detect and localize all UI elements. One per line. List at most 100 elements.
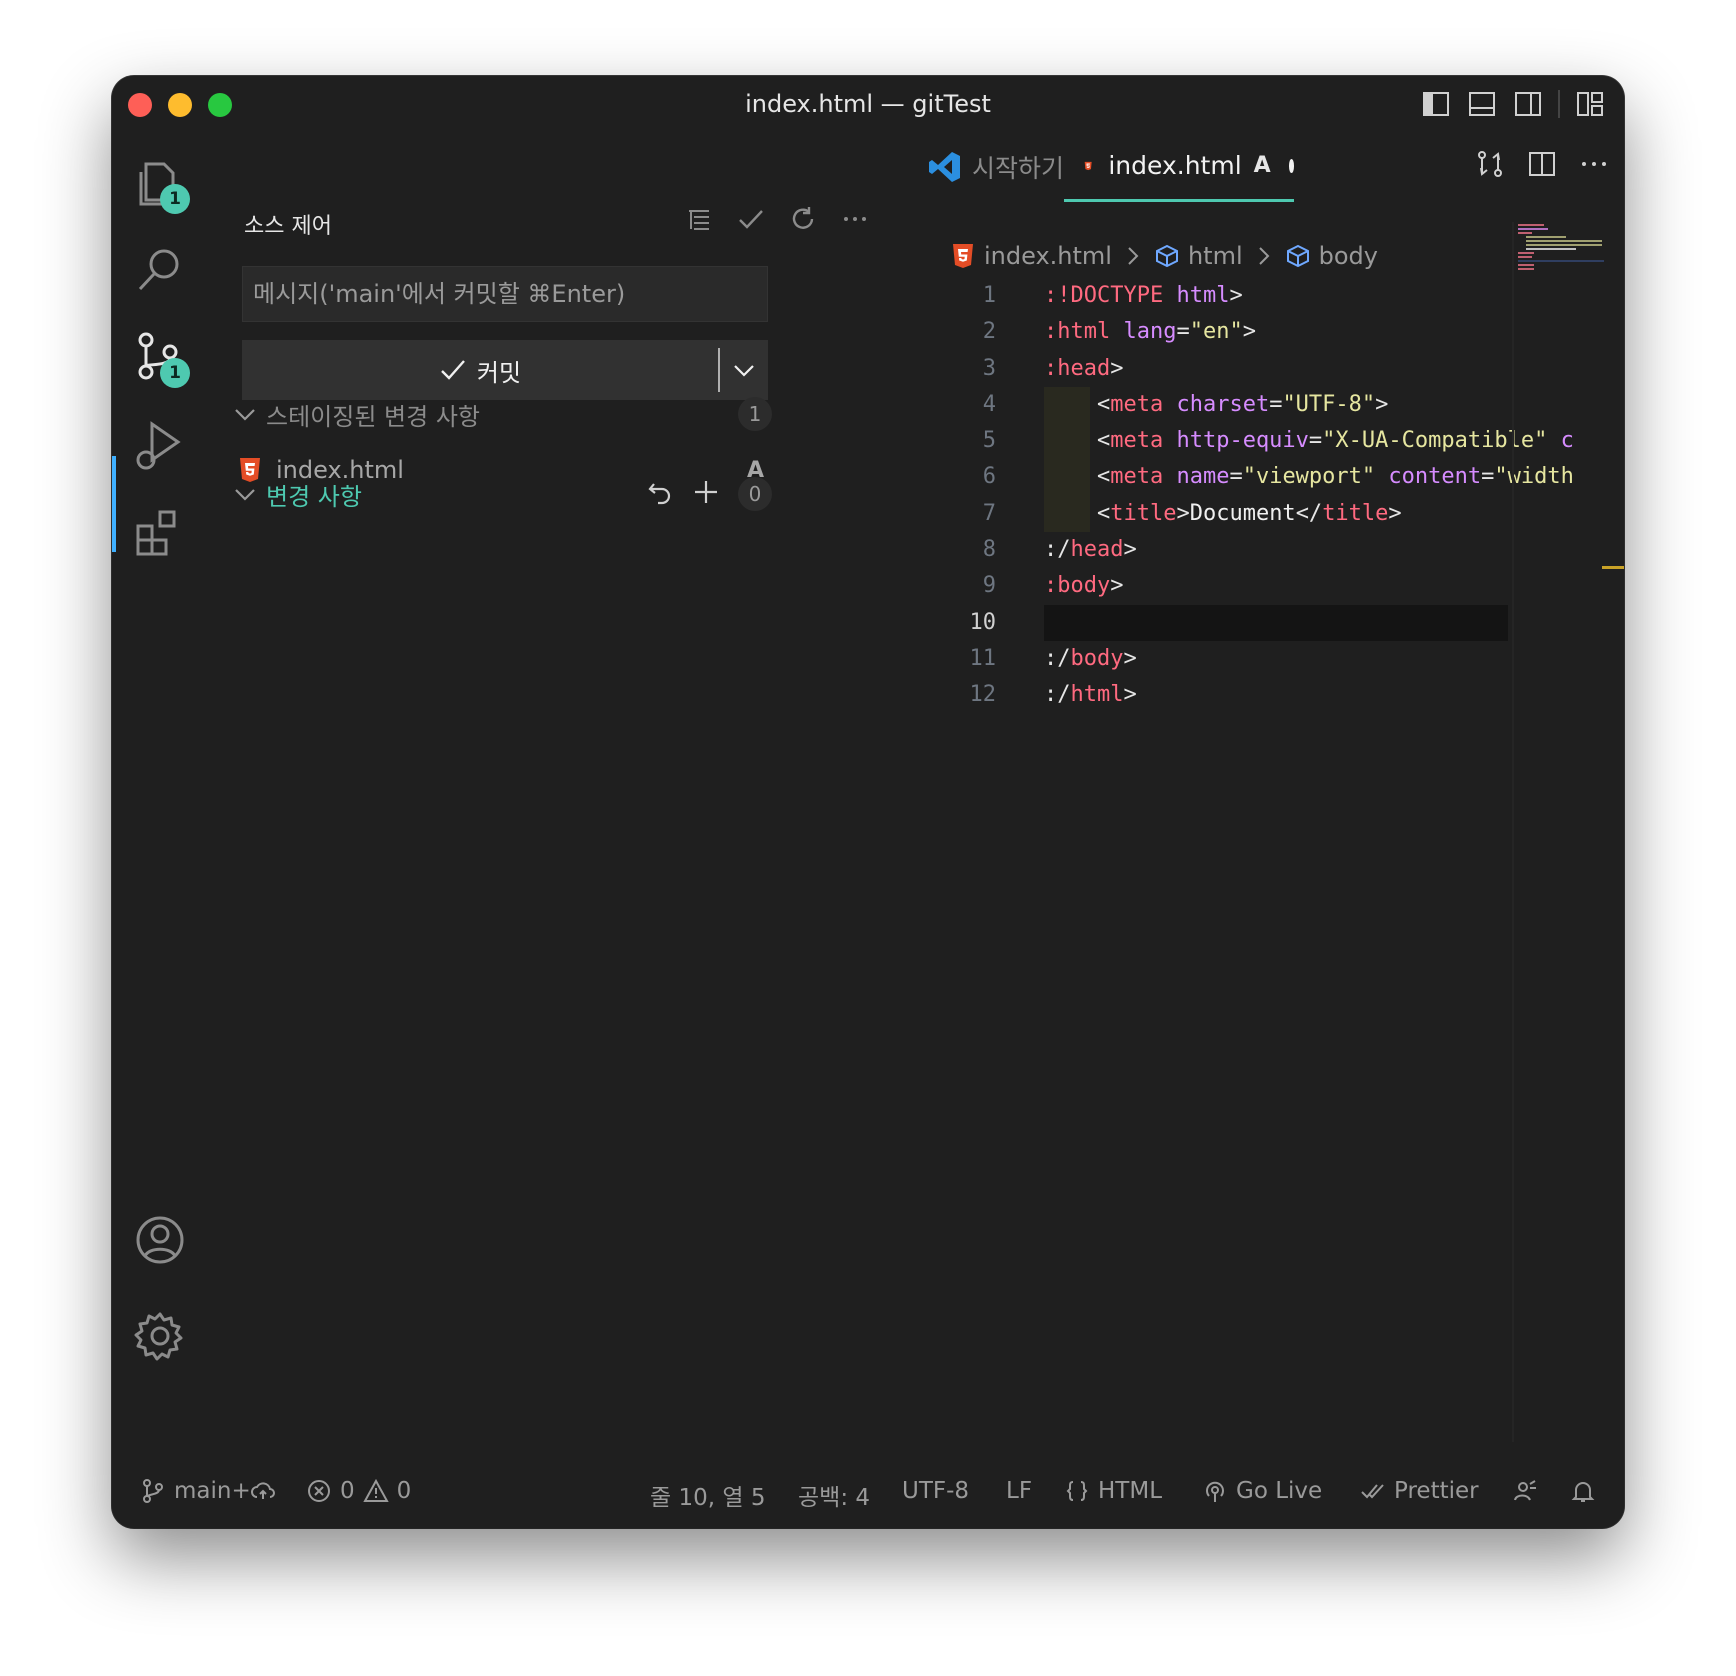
line-content: :/body> <box>1044 645 1137 671</box>
go-live-button[interactable]: Go Live <box>1202 1478 1322 1504</box>
extensions-button[interactable] <box>132 504 188 560</box>
problems-indicator[interactable]: 0 0 <box>306 1478 411 1504</box>
code-line: 3:head> <box>898 351 1508 387</box>
changes-label: 변경 사항 <box>266 482 362 511</box>
line-number: 1 <box>982 283 996 308</box>
line-number: 8 <box>982 537 996 563</box>
explorer-badge: 1 <box>160 184 190 214</box>
layout-separator <box>1558 90 1560 118</box>
run-debug-icon <box>136 421 181 470</box>
changes-count: 0 <box>738 477 772 511</box>
changes-group[interactable]: 변경 사항 0 <box>232 474 772 514</box>
layout-controls <box>1420 88 1606 120</box>
vertical-scrollbar[interactable] <box>1512 222 1514 1442</box>
warning-icon <box>362 1478 389 1502</box>
customize-layout-icon[interactable] <box>1574 88 1606 120</box>
notifications-button[interactable] <box>1570 1478 1596 1504</box>
branch-indicator[interactable]: main+ <box>140 1478 251 1504</box>
open-changes-icon[interactable] <box>1474 148 1506 180</box>
code-line: 11:/body> <box>898 641 1508 677</box>
live-share-button[interactable] <box>1512 1478 1538 1504</box>
commit-button-label: 커밋 <box>476 358 522 387</box>
search-button[interactable] <box>132 242 188 298</box>
language-mode[interactable]: HTML <box>1064 1478 1162 1504</box>
cursor-position[interactable]: 줄 10, 열 5 <box>650 1478 765 1512</box>
discard-changes-icon[interactable] <box>644 476 676 508</box>
toggle-secondary-sidebar-icon[interactable] <box>1512 88 1544 120</box>
go-live-label: Go Live <box>1236 1478 1323 1504</box>
line-number: 7 <box>982 500 996 526</box>
minimap[interactable] <box>1518 222 1604 272</box>
editor-actions <box>1474 148 1610 180</box>
commit-message-input[interactable] <box>243 267 767 321</box>
tab-index-html[interactable]: index.html A <box>1064 132 1294 202</box>
code-line: 5 <meta http-equiv="X-UA-Compatible" c <box>898 423 1574 459</box>
symbol-element-icon <box>1155 244 1178 268</box>
title-bar: index.html — gitTest <box>112 76 1624 132</box>
line-content: <meta charset="UTF-8"> <box>1044 391 1389 417</box>
git-branch-icon <box>143 1479 163 1503</box>
commit-message-box <box>242 266 768 322</box>
code-editor[interactable]: 1:!DOCTYPE html> 2:html lang="en"> 3:hea… <box>898 278 1574 714</box>
more-actions-icon[interactable] <box>840 204 870 234</box>
view-as-tree-icon[interactable] <box>684 204 714 234</box>
breadcrumb-item-file[interactable]: index.html <box>984 242 1112 270</box>
split-editor-icon[interactable] <box>1526 148 1558 180</box>
code-line: 2:html lang="en"> <box>898 314 1508 350</box>
double-check-icon <box>1361 1484 1384 1499</box>
chevron-down-icon <box>235 489 255 501</box>
bell-icon <box>1571 1482 1595 1502</box>
person-share-icon <box>1514 1480 1536 1501</box>
explorer-button[interactable]: 1 <box>132 154 190 214</box>
search-icon <box>138 249 179 291</box>
unsaved-dot-icon[interactable] <box>1288 158 1294 173</box>
account-icon <box>136 1216 184 1264</box>
line-number: 9 <box>982 573 996 599</box>
commit-check-icon[interactable] <box>736 204 766 234</box>
refresh-icon[interactable] <box>788 204 818 234</box>
extensions-icon <box>136 510 176 556</box>
html5-file-icon <box>1084 161 1092 170</box>
staged-changes-group[interactable]: 스테이징된 변경 사항 1 <box>232 394 772 434</box>
commit-button[interactable]: 커밋 <box>242 340 718 400</box>
vscode-logo-icon <box>929 152 960 182</box>
tab-get-started[interactable]: 시작하기 <box>928 132 1064 202</box>
accounts-button[interactable] <box>132 1212 188 1268</box>
line-content: <title>Document</title> <box>1044 500 1402 526</box>
stage-all-plus-icon[interactable] <box>690 476 722 508</box>
tab-label: index.html <box>1108 151 1242 180</box>
source-control-sidebar: 소스 제어 커밋 스테이징된 변경 사항 1 <box>208 132 898 1460</box>
line-content: :head> <box>1044 355 1124 381</box>
run-debug-button[interactable] <box>132 416 188 472</box>
braces-icon <box>1066 1481 1088 1501</box>
chevron-down-icon <box>235 409 255 421</box>
line-content: <meta http-equiv="X-UA-Compatible" c <box>1044 428 1574 454</box>
prettier-button[interactable]: Prettier <box>1360 1478 1479 1504</box>
cloud-upload-icon <box>251 1482 275 1499</box>
error-count: 0 <box>340 1478 355 1504</box>
source-control-button[interactable]: 1 <box>132 328 190 388</box>
breadcrumb-item-html[interactable]: html <box>1188 242 1243 270</box>
end-of-line[interactable]: LF <box>1006 1478 1032 1504</box>
indentation[interactable]: 공백: 4 <box>798 1478 870 1512</box>
commit-button-group: 커밋 <box>242 340 768 400</box>
tab-label: 시작하기 <box>972 154 1065 183</box>
more-actions-icon[interactable] <box>1578 148 1610 180</box>
code-line: 1:!DOCTYPE html> <box>898 278 1508 314</box>
publish-branch-button[interactable] <box>250 1478 276 1504</box>
overview-ruler-marker <box>1602 566 1624 569</box>
commit-options-dropdown[interactable] <box>720 340 768 400</box>
encoding[interactable]: UTF-8 <box>902 1478 969 1504</box>
toggle-panel-icon[interactable] <box>1466 88 1498 120</box>
html5-file-icon <box>953 244 973 268</box>
breadcrumb-item-body[interactable]: body <box>1319 242 1378 270</box>
line-number: 6 <box>982 464 996 490</box>
source-control-badge: 1 <box>160 358 190 388</box>
symbol-element-icon <box>1286 244 1309 268</box>
window-title: index.html — gitTest <box>745 90 991 118</box>
staged-changes-count: 1 <box>738 397 772 431</box>
manage-button[interactable] <box>132 1308 188 1364</box>
line-content: :/head> <box>1044 537 1137 563</box>
error-icon <box>308 1480 330 1502</box>
toggle-primary-sidebar-icon[interactable] <box>1420 88 1452 120</box>
